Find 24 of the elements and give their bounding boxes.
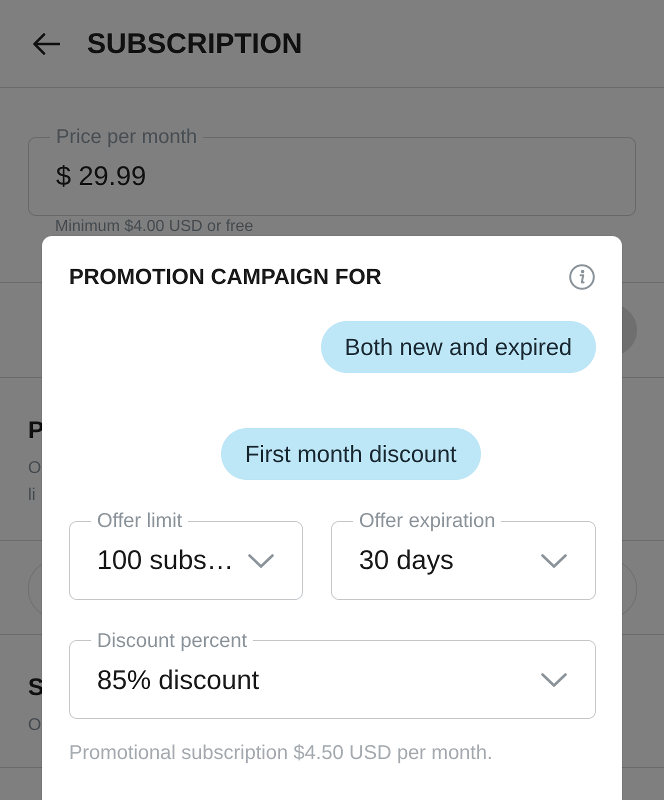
dropdown-field[interactable]: Offer limit 100 subs… — [69, 510, 303, 600]
price-input[interactable]: Price per month $ 29.99 — [28, 126, 636, 216]
section-heading: S — [28, 673, 44, 703]
section-heading: P — [28, 416, 44, 446]
section-text: O — [28, 457, 42, 479]
dropdown-field[interactable]: Offer expiration 30 days — [331, 510, 596, 600]
info-icon[interactable] — [569, 264, 595, 290]
promotion-note: Promotional subscription $4.50 USD per month. — [69, 742, 493, 764]
chevron-down-icon — [541, 554, 567, 568]
dropdown-field[interactable]: Discount percent 85% discount — [69, 630, 596, 719]
field-label: Price per month — [55, 126, 198, 148]
section-text: O — [28, 714, 42, 736]
option-chip[interactable]: First month discount — [221, 428, 481, 480]
field-label: Offer limit — [96, 510, 184, 532]
back-arrow-icon[interactable] — [32, 32, 60, 56]
field-label: Offer expiration — [358, 510, 496, 532]
page-title: SUBSCRIPTION — [87, 28, 302, 60]
option-chip[interactable]: Both new and expired — [320, 321, 596, 373]
field-label: Discount percent — [96, 630, 248, 652]
chevron-down-icon — [248, 554, 274, 568]
dialog-title: PROMOTION CAMPAIGN FOR — [69, 264, 382, 290]
chevron-down-icon — [541, 673, 567, 688]
section-text: li — [28, 484, 36, 506]
price-hint: Minimum $4.00 USD or free — [54, 218, 254, 236]
